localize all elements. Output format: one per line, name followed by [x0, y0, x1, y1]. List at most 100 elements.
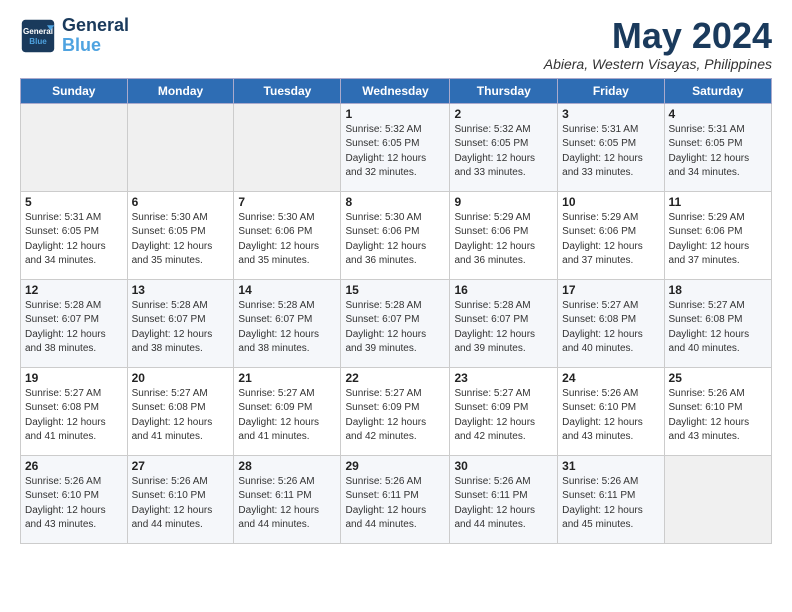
day-detail: Sunrise: 5:27 AM Sunset: 6:08 PM Dayligh…	[25, 387, 123, 445]
calendar-cell: 8 Sunrise: 5:30 AM Sunset: 6:06 PM Daylig…	[341, 191, 450, 279]
day-number: 21	[238, 371, 336, 385]
svg-text:General: General	[23, 27, 53, 36]
day-number: 23	[454, 371, 553, 385]
day-number: 28	[238, 459, 336, 473]
day-header: Tuesday	[234, 78, 341, 103]
day-detail: Sunrise: 5:27 AM Sunset: 6:09 PM Dayligh…	[345, 387, 445, 445]
day-header: Saturday	[664, 78, 771, 103]
day-detail: Sunrise: 5:28 AM Sunset: 6:07 PM Dayligh…	[132, 299, 230, 357]
calendar-cell	[664, 455, 771, 543]
day-detail: Sunrise: 5:29 AM Sunset: 6:06 PM Dayligh…	[669, 211, 767, 269]
day-number: 19	[25, 371, 123, 385]
calendar-cell: 15 Sunrise: 5:28 AM Sunset: 6:07 PM Dayli…	[341, 279, 450, 367]
day-number: 14	[238, 283, 336, 297]
calendar-cell: 11 Sunrise: 5:29 AM Sunset: 6:06 PM Dayli…	[664, 191, 771, 279]
day-number: 12	[25, 283, 123, 297]
calendar-cell: 25Sunrise: 5:26 AM Sunset: 6:10 PM Dayli…	[664, 367, 771, 455]
day-detail: Sunrise: 5:26 AM Sunset: 6:11 PM Dayligh…	[562, 475, 659, 533]
day-header: Sunday	[21, 78, 128, 103]
day-detail: Sunrise: 5:30 AM Sunset: 6:06 PM Dayligh…	[345, 211, 445, 269]
calendar-cell: 27 Sunrise: 5:26 AM Sunset: 6:10 PM Dayli…	[127, 455, 234, 543]
calendar-week-row: 12 Sunrise: 5:28 AM Sunset: 6:07 PM Dayli…	[21, 279, 772, 367]
day-detail: Sunrise: 5:26 AM Sunset: 6:11 PM Dayligh…	[238, 475, 336, 533]
day-number: 9	[454, 195, 553, 209]
calendar-cell: 12 Sunrise: 5:28 AM Sunset: 6:07 PM Dayli…	[21, 279, 128, 367]
day-detail: Sunrise: 5:28 AM Sunset: 6:07 PM Dayligh…	[345, 299, 445, 357]
day-detail: Sunrise: 5:30 AM Sunset: 6:05 PM Dayligh…	[132, 211, 230, 269]
day-detail: Sunrise: 5:28 AM Sunset: 6:07 PM Dayligh…	[238, 299, 336, 357]
day-number: 7	[238, 195, 336, 209]
calendar-cell: 3 Sunrise: 5:31 AM Sunset: 6:05 PM Daylig…	[558, 103, 664, 191]
day-number: 25	[669, 371, 767, 385]
logo-icon: General Blue	[20, 18, 56, 54]
day-detail: Sunrise: 5:27 AM Sunset: 6:08 PM Dayligh…	[669, 299, 767, 357]
title-area: May 2024 Abiera, Western Visayas, Philip…	[544, 16, 772, 72]
day-number: 11	[669, 195, 767, 209]
day-detail: Sunrise: 5:31 AM Sunset: 6:05 PM Dayligh…	[562, 123, 659, 181]
logo-text: General Blue	[62, 16, 129, 56]
day-detail: Sunrise: 5:31 AM Sunset: 6:05 PM Dayligh…	[25, 211, 123, 269]
main-title: May 2024	[544, 16, 772, 56]
calendar-week-row: 26Sunrise: 5:26 AM Sunset: 6:10 PM Dayli…	[21, 455, 772, 543]
svg-text:Blue: Blue	[29, 37, 47, 46]
day-detail: Sunrise: 5:28 AM Sunset: 6:07 PM Dayligh…	[25, 299, 123, 357]
day-detail: Sunrise: 5:26 AM Sunset: 6:10 PM Dayligh…	[132, 475, 230, 533]
day-header: Friday	[558, 78, 664, 103]
calendar-cell: 26Sunrise: 5:26 AM Sunset: 6:10 PM Dayli…	[21, 455, 128, 543]
calendar-cell: 23 Sunrise: 5:27 AM Sunset: 6:09 PM Dayli…	[450, 367, 558, 455]
calendar-week-row: 1 Sunrise: 5:32 AM Sunset: 6:05 PM Daylig…	[21, 103, 772, 191]
calendar-week-row: 5 Sunrise: 5:31 AM Sunset: 6:05 PM Daylig…	[21, 191, 772, 279]
day-detail: Sunrise: 5:28 AM Sunset: 6:07 PM Dayligh…	[454, 299, 553, 357]
day-detail: Sunrise: 5:30 AM Sunset: 6:06 PM Dayligh…	[238, 211, 336, 269]
calendar-cell: 19 Sunrise: 5:27 AM Sunset: 6:08 PM Dayli…	[21, 367, 128, 455]
day-number: 29	[345, 459, 445, 473]
day-number: 31	[562, 459, 659, 473]
header: General Blue General Blue May 2024 Abier…	[20, 16, 772, 72]
day-number: 10	[562, 195, 659, 209]
calendar-cell: 4Sunrise: 5:31 AM Sunset: 6:05 PM Daylig…	[664, 103, 771, 191]
day-number: 8	[345, 195, 445, 209]
day-number: 15	[345, 283, 445, 297]
page: General Blue General Blue May 2024 Abier…	[0, 0, 792, 612]
calendar-cell: 30Sunrise: 5:26 AM Sunset: 6:11 PM Dayli…	[450, 455, 558, 543]
day-detail: Sunrise: 5:29 AM Sunset: 6:06 PM Dayligh…	[562, 211, 659, 269]
calendar-cell: 31 Sunrise: 5:26 AM Sunset: 6:11 PM Dayli…	[558, 455, 664, 543]
calendar-cell: 13 Sunrise: 5:28 AM Sunset: 6:07 PM Dayli…	[127, 279, 234, 367]
calendar-body: 1 Sunrise: 5:32 AM Sunset: 6:05 PM Daylig…	[21, 103, 772, 543]
calendar-cell: 16Sunrise: 5:28 AM Sunset: 6:07 PM Dayli…	[450, 279, 558, 367]
day-number: 27	[132, 459, 230, 473]
day-detail: Sunrise: 5:32 AM Sunset: 6:05 PM Dayligh…	[345, 123, 445, 181]
day-detail: Sunrise: 5:27 AM Sunset: 6:08 PM Dayligh…	[562, 299, 659, 357]
logo-line1: General	[62, 16, 129, 36]
calendar-cell: 21 Sunrise: 5:27 AM Sunset: 6:09 PM Dayli…	[234, 367, 341, 455]
calendar-week-row: 19 Sunrise: 5:27 AM Sunset: 6:08 PM Dayli…	[21, 367, 772, 455]
calendar-header: SundayMondayTuesdayWednesdayThursdayFrid…	[21, 78, 772, 103]
day-number: 1	[345, 107, 445, 121]
day-detail: Sunrise: 5:27 AM Sunset: 6:09 PM Dayligh…	[454, 387, 553, 445]
calendar-cell	[234, 103, 341, 191]
calendar-cell: 2Sunrise: 5:32 AM Sunset: 6:05 PM Daylig…	[450, 103, 558, 191]
day-detail: Sunrise: 5:27 AM Sunset: 6:09 PM Dayligh…	[238, 387, 336, 445]
day-number: 4	[669, 107, 767, 121]
calendar-cell: 22 Sunrise: 5:27 AM Sunset: 6:09 PM Dayli…	[341, 367, 450, 455]
calendar-cell: 28 Sunrise: 5:26 AM Sunset: 6:11 PM Dayli…	[234, 455, 341, 543]
logo: General Blue General Blue	[20, 16, 129, 56]
day-detail: Sunrise: 5:26 AM Sunset: 6:10 PM Dayligh…	[562, 387, 659, 445]
day-number: 20	[132, 371, 230, 385]
calendar-cell: 29Sunrise: 5:26 AM Sunset: 6:11 PM Dayli…	[341, 455, 450, 543]
calendar-table: SundayMondayTuesdayWednesdayThursdayFrid…	[20, 78, 772, 544]
day-number: 30	[454, 459, 553, 473]
day-number: 6	[132, 195, 230, 209]
day-number: 22	[345, 371, 445, 385]
day-number: 13	[132, 283, 230, 297]
day-header: Thursday	[450, 78, 558, 103]
subtitle: Abiera, Western Visayas, Philippines	[544, 56, 772, 72]
day-number: 5	[25, 195, 123, 209]
calendar-cell: 6 Sunrise: 5:30 AM Sunset: 6:05 PM Daylig…	[127, 191, 234, 279]
calendar-cell: 18Sunrise: 5:27 AM Sunset: 6:08 PM Dayli…	[664, 279, 771, 367]
header-row: SundayMondayTuesdayWednesdayThursdayFrid…	[21, 78, 772, 103]
logo-line2: Blue	[62, 36, 129, 56]
day-number: 24	[562, 371, 659, 385]
day-number: 3	[562, 107, 659, 121]
calendar-cell	[21, 103, 128, 191]
